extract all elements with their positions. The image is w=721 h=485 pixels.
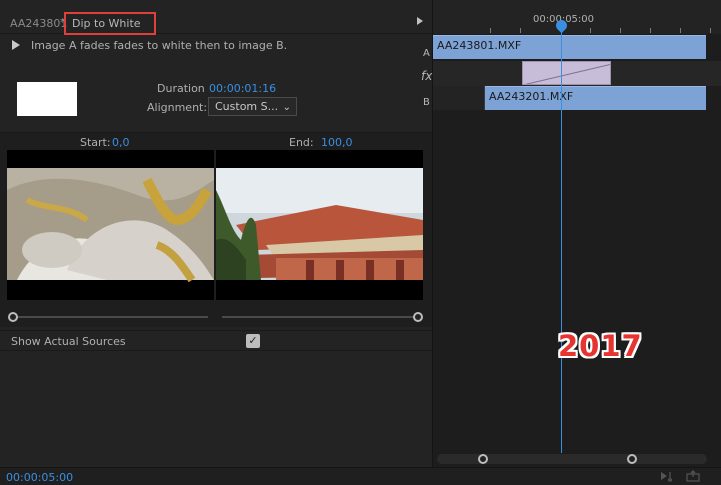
playhead-line <box>561 28 562 453</box>
end-value[interactable]: 100,0 <box>321 136 353 149</box>
effect-name[interactable]: Dip to White <box>72 17 141 30</box>
clip-b-gap <box>433 86 485 110</box>
zoom-scroll-left-handle[interactable] <box>478 454 488 464</box>
chevron-down-icon: ⌄ <box>282 102 291 113</box>
end-label: End: <box>289 136 314 149</box>
transition-thumbnail <box>17 82 77 116</box>
alignment-label: Alignment: <box>147 101 208 114</box>
show-actual-sources-checkbox[interactable]: ✓ <box>246 334 260 348</box>
track-label-b: B <box>423 97 430 108</box>
start-slider-handle[interactable] <box>8 312 18 322</box>
show-timeline-toggle-icon[interactable] <box>417 17 423 25</box>
export-icon[interactable] <box>686 470 700 482</box>
clip-name: AA243801 <box>10 17 68 30</box>
fx-icon: fx <box>421 69 433 83</box>
duration-value[interactable]: 00:00:01:16 <box>209 82 276 95</box>
alignment-select[interactable]: Custom S... ⌄ <box>208 97 297 116</box>
start-value[interactable]: 0,0 <box>112 136 130 149</box>
ruler-tick <box>590 28 591 33</box>
zoom-scroll-right-handle[interactable] <box>627 454 637 464</box>
start-preview-image <box>7 150 214 300</box>
show-actual-sources-label: Show Actual Sources <box>11 335 126 348</box>
duration-label: Duration <box>157 82 205 95</box>
start-label: Start: <box>80 136 111 149</box>
alignment-value: Custom S... <box>215 100 279 113</box>
transition-clip[interactable] <box>522 61 611 85</box>
ruler-tick <box>620 28 621 33</box>
effect-description: Image A fades fades to white then to ima… <box>31 39 288 52</box>
ruler-tick <box>680 28 681 33</box>
end-slider-track[interactable] <box>222 316 418 318</box>
play-preview-icon[interactable] <box>12 40 20 50</box>
bottom-bar <box>0 467 721 485</box>
ruler-tick <box>520 28 521 33</box>
current-timecode[interactable]: 00:00:05:00 <box>6 471 73 484</box>
start-slider-track[interactable] <box>12 316 208 318</box>
end-preview-image <box>216 150 423 300</box>
ruler-tick <box>650 28 651 33</box>
clip-a-name: AA243801.MXF <box>437 39 522 52</box>
end-slider-handle[interactable] <box>413 312 423 322</box>
watermark-text: 2017 <box>558 329 643 363</box>
ruler-tick <box>710 28 711 33</box>
audio-play-icon[interactable] <box>660 470 676 482</box>
ruler-tick <box>490 28 491 33</box>
transition-diagonal-icon <box>525 63 610 84</box>
track-label-a: A <box>423 48 430 59</box>
